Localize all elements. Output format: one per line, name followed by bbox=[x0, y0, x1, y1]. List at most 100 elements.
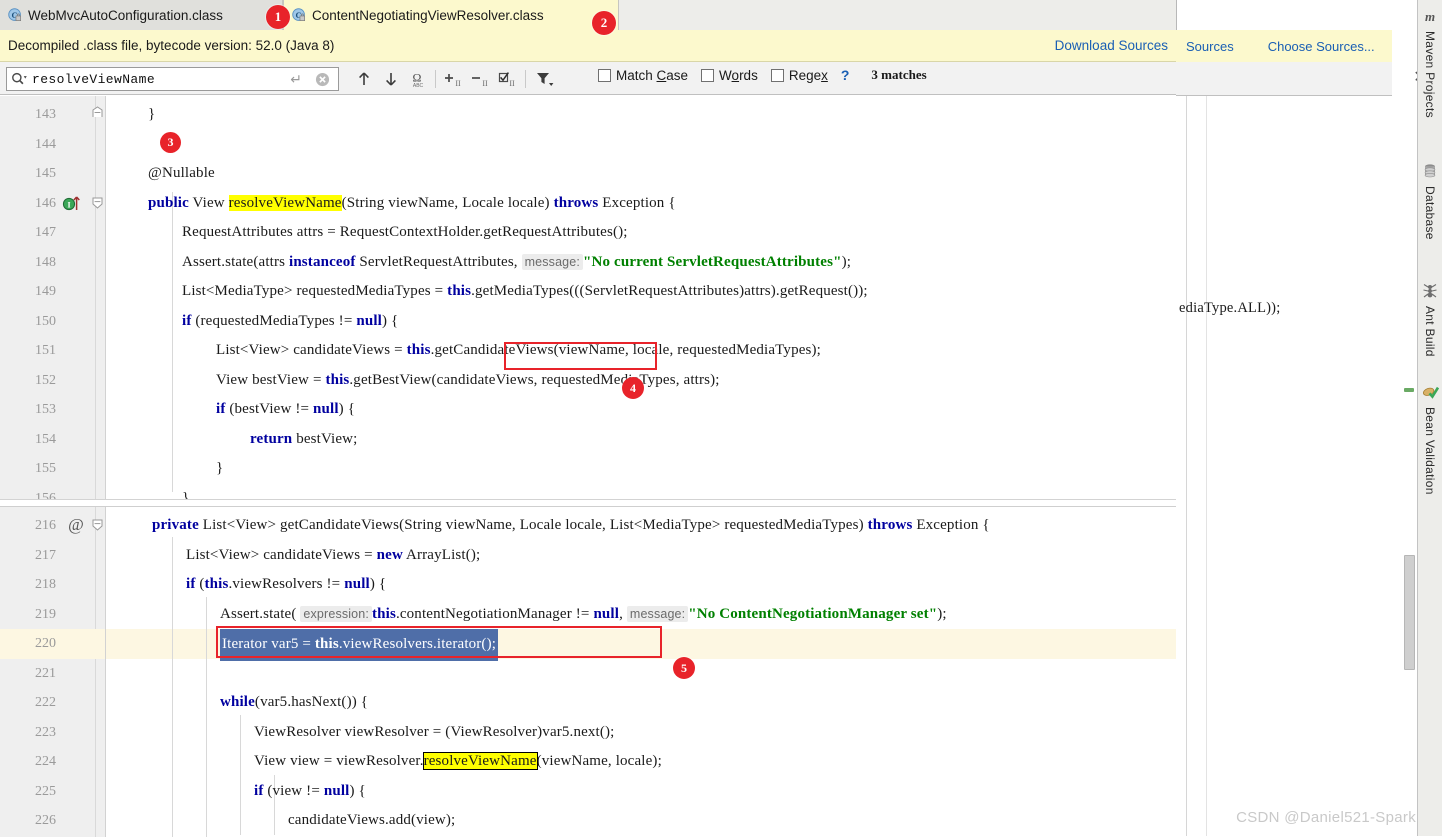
line-number: 146 bbox=[35, 189, 56, 219]
kw-null: null bbox=[324, 783, 350, 799]
ide-window: Sources Choose Sources... ✕ ediaType.ALL… bbox=[0, 0, 1442, 836]
download-sources-link[interactable]: Download Sources bbox=[1055, 38, 1168, 53]
words-checkbox[interactable]: Words bbox=[701, 68, 758, 83]
tab-label: ContentNegotiatingViewResolver.class bbox=[312, 8, 544, 23]
background-gutter-divider bbox=[1186, 96, 1187, 836]
find-previous-button[interactable] bbox=[350, 67, 377, 91]
line-number: 147 bbox=[35, 218, 56, 248]
param-hint-expression: expression: bbox=[300, 606, 372, 622]
search-query-text: resolveViewName bbox=[32, 72, 155, 87]
gutter-bottom[interactable]: 216 @ 217 218 219 220 bbox=[0, 507, 106, 837]
regex-help-link[interactable]: ? bbox=[841, 67, 850, 83]
choose-sources-link[interactable]: Choose Sources... bbox=[1268, 39, 1375, 54]
txt-exception: Exception { bbox=[912, 517, 989, 533]
annotation-at-icon[interactable]: @ bbox=[66, 514, 86, 534]
txt-field: .contentNegotiationManager != bbox=[396, 606, 593, 622]
fold-collapse-icon[interactable] bbox=[91, 196, 104, 209]
select-all-occurrences-button[interactable]: II bbox=[494, 67, 521, 91]
toolbar-divider bbox=[435, 70, 436, 88]
code-line-154: return bestView; bbox=[106, 425, 1176, 455]
override-method-icon[interactable]: I bbox=[62, 193, 82, 213]
omega-abc-icon[interactable]: Ω ABC bbox=[404, 67, 431, 91]
line-number: 225 bbox=[35, 777, 56, 807]
code-line-220: Iterator var5 = this.viewResolvers.itera… bbox=[106, 629, 1176, 659]
sidebar-item-bean-validation[interactable]: Bean Validation bbox=[1418, 384, 1442, 495]
tab-label: WebMvcAutoConfiguration.class bbox=[28, 8, 223, 23]
line-number: 150 bbox=[35, 307, 56, 337]
database-icon bbox=[1422, 163, 1438, 182]
background-code-fragment: ediaType.ALL)); bbox=[1179, 300, 1280, 317]
gutter-row: 144 bbox=[0, 130, 105, 160]
toolbar-divider bbox=[525, 70, 526, 88]
line-number: 217 bbox=[35, 541, 56, 571]
svg-text:II: II bbox=[455, 79, 461, 88]
find-next-button[interactable] bbox=[377, 67, 404, 91]
clear-circle-icon[interactable] bbox=[315, 72, 330, 87]
find-navigation-buttons: Ω ABC II II bbox=[350, 67, 560, 91]
tab-webmvcautoconfiguration[interactable]: C WebMvcAutoConfiguration.class bbox=[0, 0, 283, 30]
line-number: 154 bbox=[35, 425, 56, 455]
sources-link[interactable]: Sources bbox=[1186, 39, 1234, 54]
code-text-bottom[interactable]: private List<View> getCandidateViews(Str… bbox=[106, 507, 1176, 837]
kw-return: return bbox=[250, 431, 292, 447]
find-options: Match Case Words Regex ? 3 matches bbox=[598, 67, 927, 83]
tab-contentnegotiatingviewresolver[interactable]: C ContentNegotiatingViewResolver.class bbox=[283, 0, 619, 30]
code-line-216: private List<View> getCandidateViews(Str… bbox=[106, 511, 1176, 541]
kw-null: null bbox=[344, 576, 370, 592]
fold-end-icon[interactable] bbox=[91, 106, 104, 119]
gutter-row: 225 bbox=[0, 777, 105, 807]
gutter-row: 219 bbox=[0, 600, 105, 630]
string-literal: "No ContentNegotiationManager set" bbox=[688, 606, 937, 622]
sidebar-item-database[interactable]: Database bbox=[1418, 163, 1442, 240]
annotation-badge-4: 4 bbox=[622, 377, 644, 399]
annotation-badge-2: 2 bbox=[592, 11, 616, 35]
editor-tab-strip: C WebMvcAutoConfiguration.class C bbox=[0, 0, 1176, 30]
add-occurrence-button[interactable]: II bbox=[440, 67, 467, 91]
gutter-row: 221 bbox=[0, 659, 105, 689]
kw-private: private bbox=[152, 517, 199, 533]
words-label: Words bbox=[719, 68, 758, 83]
gutter-row: 224 bbox=[0, 747, 105, 777]
svg-text:I: I bbox=[67, 200, 70, 209]
kw-this: this bbox=[447, 283, 471, 299]
code-line-143: } bbox=[148, 100, 155, 130]
gutter-row: 145 bbox=[0, 159, 105, 189]
code-line-151: List<View> candidateViews = this.getCand… bbox=[106, 336, 1176, 366]
line-number: 220 bbox=[35, 629, 56, 659]
match-case-checkbox[interactable]: Match Case bbox=[598, 68, 688, 83]
method-getcandidateviews: getCandidateViews bbox=[435, 342, 554, 358]
background-code-area bbox=[1176, 96, 1392, 836]
ant-icon bbox=[1422, 283, 1438, 302]
search-input[interactable]: resolveViewName ↵ bbox=[6, 67, 339, 91]
sidebar-item-ant-build[interactable]: Ant Build bbox=[1418, 283, 1442, 357]
sidebar-label: Database bbox=[1423, 186, 1437, 240]
scroll-marker-match[interactable] bbox=[1404, 388, 1414, 392]
checkbox-box bbox=[771, 69, 784, 82]
line-number: 149 bbox=[35, 277, 56, 307]
code-line-223: ViewResolver viewResolver = (ViewResolve… bbox=[254, 718, 614, 748]
gutter-row: 147 bbox=[0, 218, 105, 248]
gutter-top[interactable]: 143 144 145 146 I bbox=[0, 96, 106, 499]
filter-button[interactable] bbox=[530, 67, 560, 91]
enter-return-icon: ↵ bbox=[290, 71, 302, 88]
line-number: 148 bbox=[35, 248, 56, 278]
line-number: 219 bbox=[35, 600, 56, 630]
sidebar-item-maven-projects[interactable]: m Maven Projects bbox=[1418, 8, 1442, 118]
code-line-155: } bbox=[216, 454, 223, 484]
txt-args: (viewName, locale); bbox=[537, 753, 662, 769]
background-sources-banner: Sources Choose Sources... bbox=[1176, 30, 1392, 62]
code-text-top[interactable]: } @Nullable public View resolveViewName(… bbox=[106, 96, 1176, 499]
txt-assert: Assert.state( bbox=[220, 606, 300, 622]
txt-arraylist: ArrayList(); bbox=[403, 547, 480, 563]
txt-type: ServletRequestAttributes, bbox=[356, 254, 522, 270]
txt-paren: ( bbox=[195, 576, 204, 592]
remove-occurrence-button[interactable]: II bbox=[467, 67, 494, 91]
vertical-scrollbar-thumb[interactable] bbox=[1404, 555, 1415, 670]
bean-validation-icon bbox=[1422, 384, 1439, 403]
txt-params: (String viewName, Locale locale) bbox=[342, 195, 554, 211]
line-number: 222 bbox=[35, 688, 56, 718]
fold-collapse-icon[interactable] bbox=[91, 518, 104, 531]
decompiled-notification-banner: Decompiled .class file, bytecode version… bbox=[0, 30, 1176, 62]
regex-checkbox[interactable]: Regex bbox=[771, 68, 828, 83]
kw-this: this bbox=[372, 606, 396, 622]
